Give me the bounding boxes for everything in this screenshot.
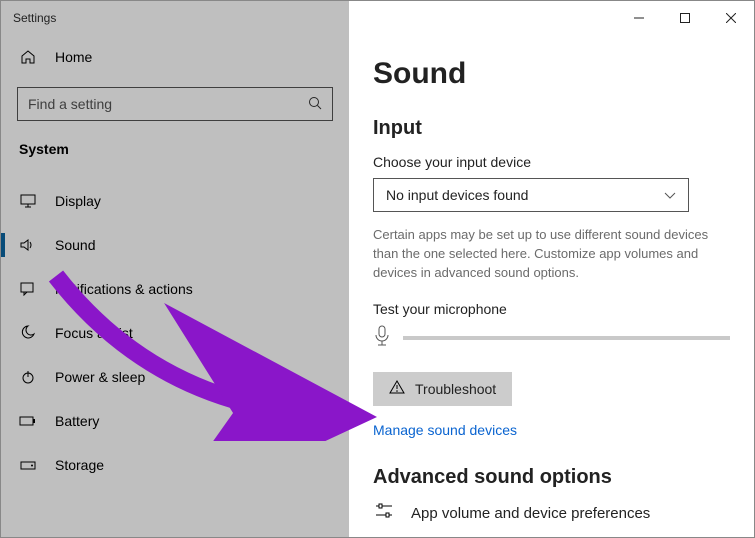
app-volume-item[interactable]: App volume and device preferences [373,503,730,525]
advanced-heading: Advanced sound options [373,466,730,489]
maximize-button[interactable] [662,3,708,33]
sidebar-item-label: Sound [55,237,95,253]
home-icon [19,49,37,65]
display-icon [19,194,37,208]
storage-icon [19,459,37,471]
mic-level-bar [403,336,730,340]
manage-sound-devices-link[interactable]: Manage sound devices [373,422,517,438]
search-placeholder: Find a setting [28,96,112,112]
sidebar-item-storage[interactable]: Storage [1,443,349,487]
sidebar-item-power-sleep[interactable]: Power & sleep [1,355,349,399]
sidebar-item-notifications[interactable]: Notifications & actions [1,267,349,311]
input-helper-text: Certain apps may be set up to use differ… [373,226,730,283]
sidebar-item-sound[interactable]: Sound [1,223,349,267]
sidebar-item-label: Storage [55,457,104,473]
sidebar-item-display[interactable]: Display [1,179,349,223]
sliders-icon [373,503,395,525]
warning-icon [389,380,405,397]
input-heading: Input [373,117,730,140]
battery-icon [19,415,37,427]
search-icon [308,96,322,113]
page-title: Sound [373,57,730,91]
test-mic-label: Test your microphone [373,301,730,317]
chevron-down-icon [664,187,676,203]
sidebar-item-battery[interactable]: Battery [1,399,349,443]
sidebar-item-label: Power & sleep [55,369,145,385]
sidebar-home-label: Home [55,49,92,65]
focus-assist-icon [19,325,37,341]
sidebar-section-label: System [1,133,349,165]
close-button[interactable] [708,3,754,33]
sidebar-item-focus-assist[interactable]: Focus assist [1,311,349,355]
sidebar-item-label: Display [55,193,101,209]
input-device-select[interactable]: No input devices found [373,178,689,212]
window-title: Settings [13,11,56,25]
troubleshoot-button[interactable]: Troubleshoot [373,372,512,406]
choose-input-label: Choose your input device [373,154,730,170]
input-device-selected: No input devices found [386,187,528,203]
minimize-button[interactable] [616,3,662,33]
app-volume-label: App volume and device preferences [411,505,650,522]
sidebar-item-label: Focus assist [55,325,133,341]
sound-icon [19,238,37,252]
search-input[interactable]: Find a setting [17,87,333,121]
power-icon [19,369,37,385]
sidebar-item-label: Battery [55,413,99,429]
sidebar-item-label: Notifications & actions [55,281,193,297]
notifications-icon [19,282,37,296]
microphone-icon [373,325,391,352]
sidebar-home[interactable]: Home [1,35,349,79]
troubleshoot-label: Troubleshoot [415,381,496,397]
